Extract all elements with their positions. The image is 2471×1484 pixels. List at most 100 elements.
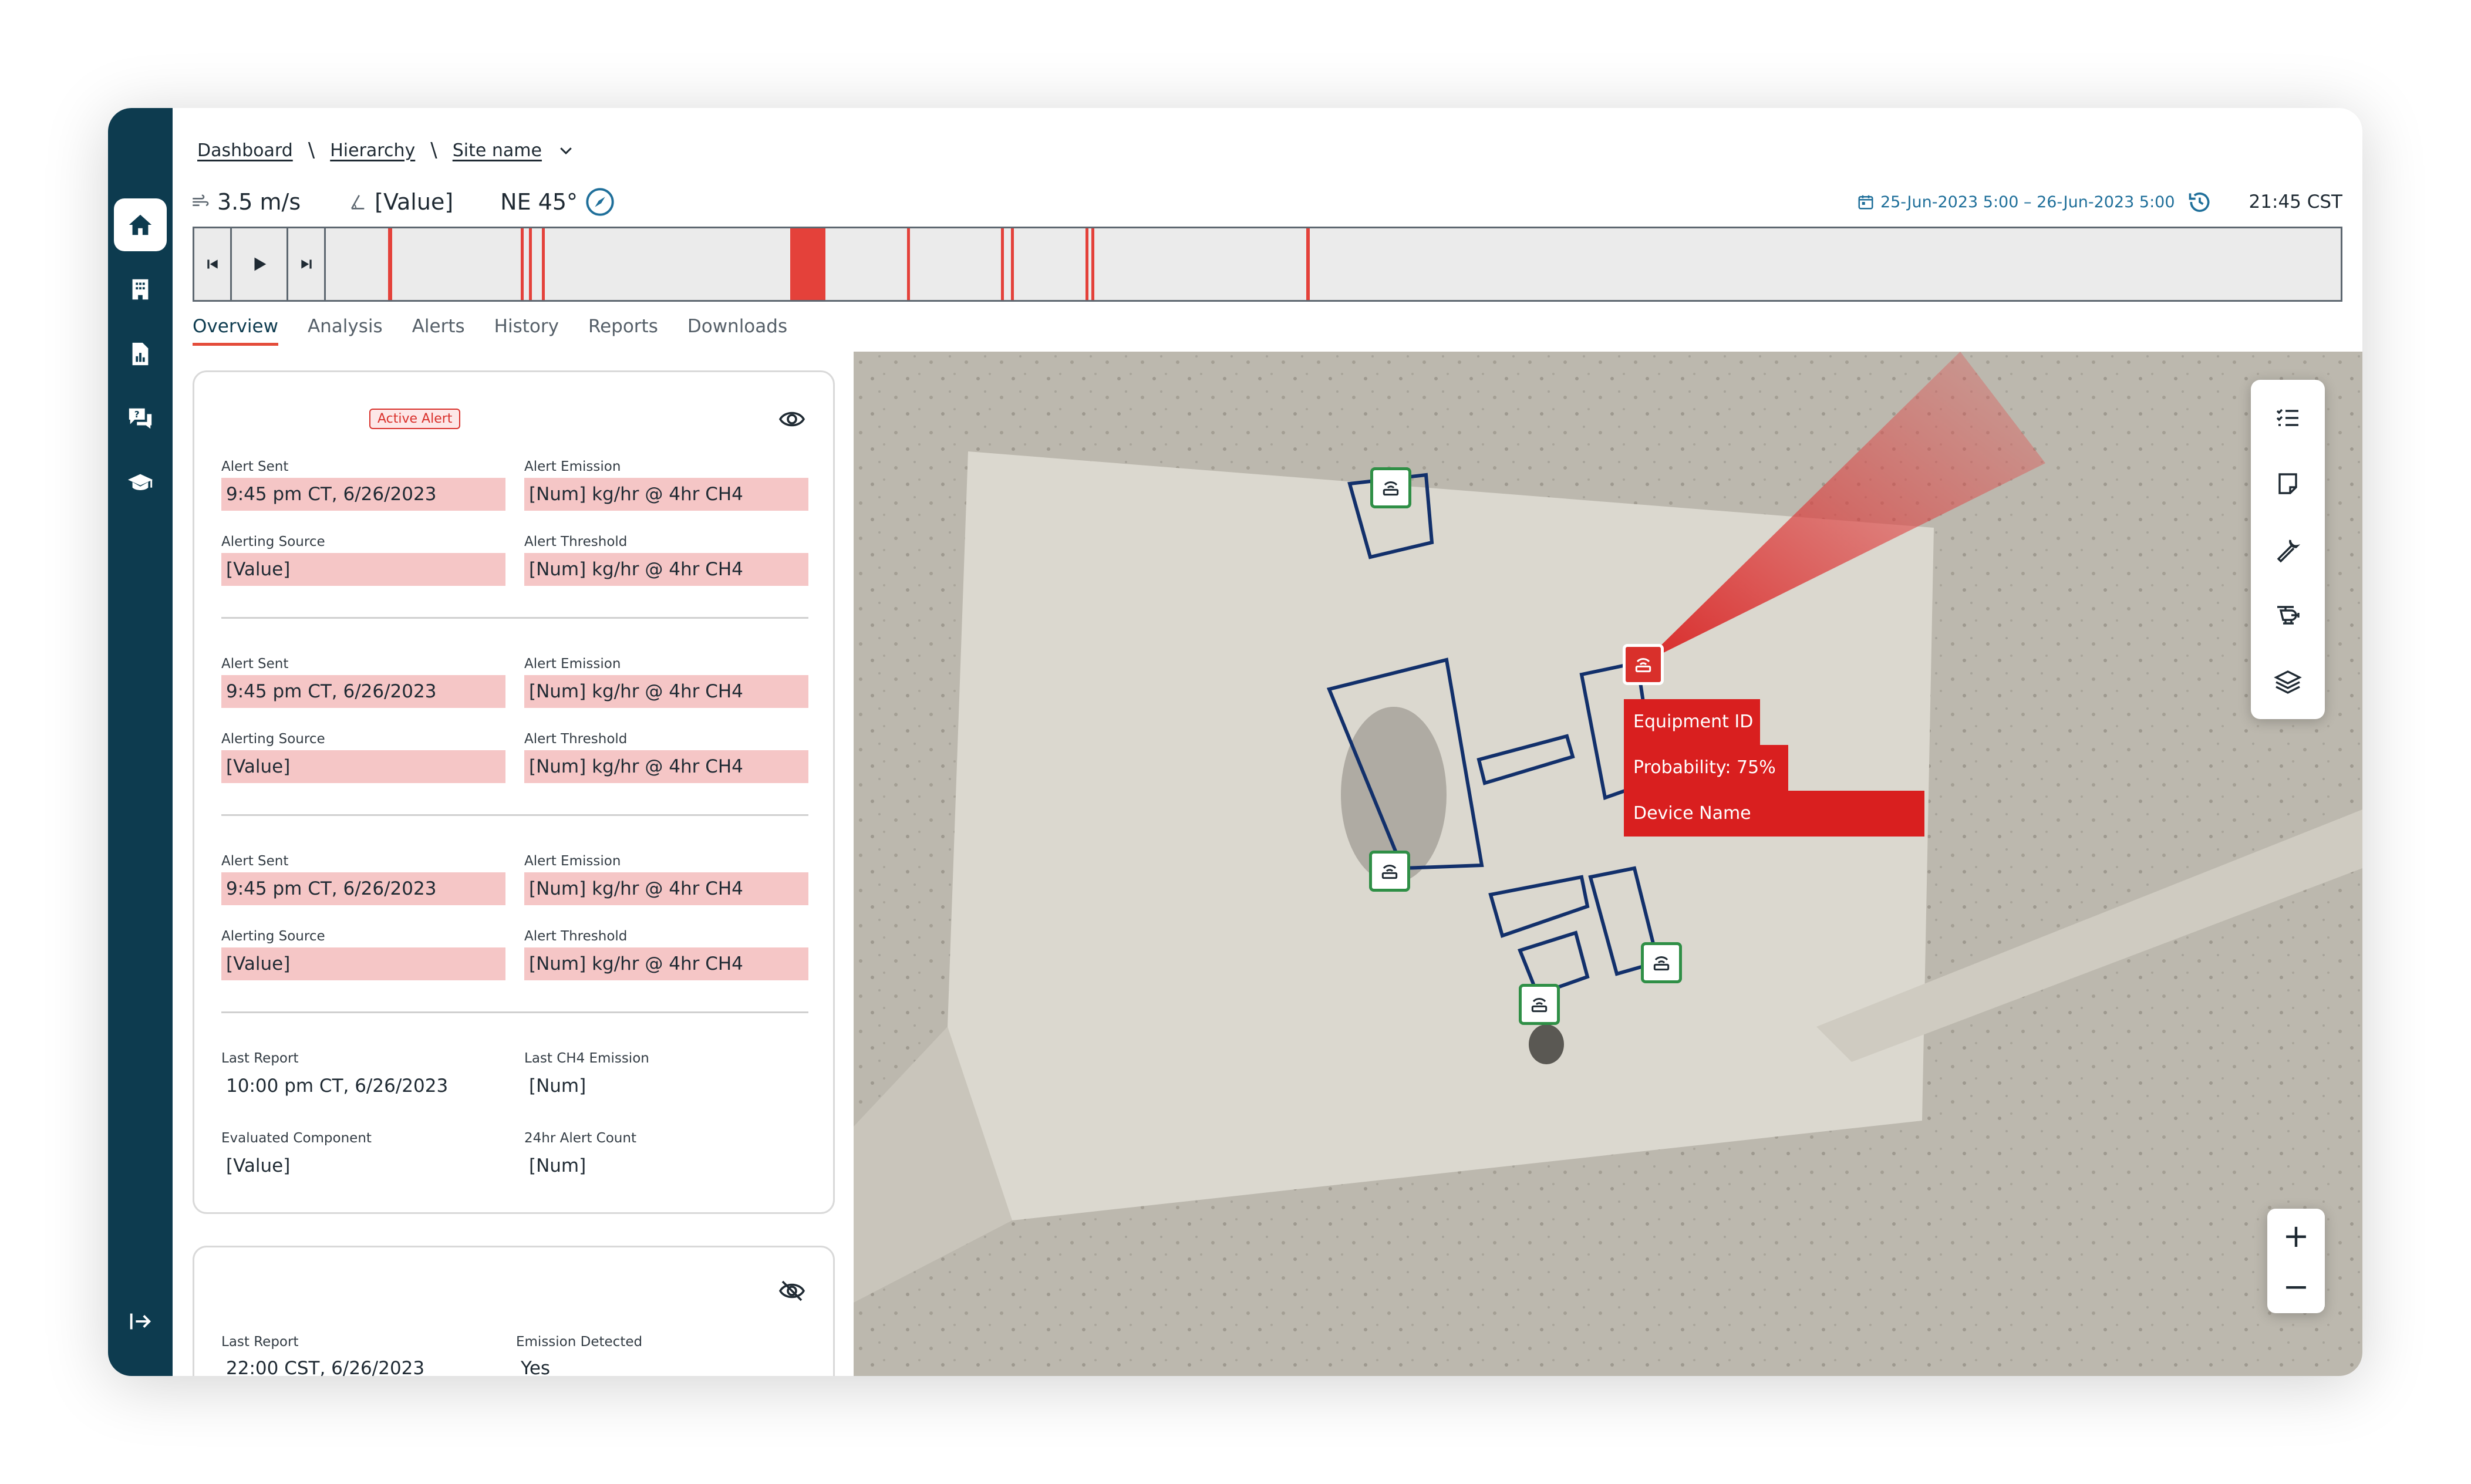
skip-forward-button[interactable] — [288, 228, 326, 300]
wrench-button[interactable] — [2267, 529, 2308, 570]
alert-sent-value: 9:45 pm CT, 6/26/2023 — [221, 872, 505, 905]
value-metric: [Value] — [348, 189, 453, 215]
sensor-icon — [1531, 997, 1548, 1013]
checklist-icon — [2276, 409, 2298, 426]
sidebar-item-reports[interactable] — [114, 328, 167, 380]
skip-back-button[interactable] — [194, 228, 232, 300]
timeline-alert-mark[interactable] — [1085, 228, 1088, 300]
layers-button[interactable] — [2267, 660, 2308, 701]
alert-sensor-marker[interactable] — [1623, 644, 1664, 685]
timeline-alert-mark[interactable] — [388, 228, 393, 300]
zoom-out-button[interactable]: − — [2267, 1260, 2325, 1312]
helicopter-icon — [2277, 606, 2300, 625]
alert-threshold-value: [Num] kg/hr @ 4hr CH4 — [524, 947, 808, 980]
alert-threshold-label: Alert Threshold — [524, 534, 628, 549]
alerting-source-label: Alerting Source — [221, 731, 325, 747]
tab-analysis[interactable]: Analysis — [308, 316, 383, 346]
breadcrumb: Dashboard \ Hierarchy \ Site name — [197, 133, 575, 168]
active-alert-badge: Active Alert — [369, 409, 461, 429]
collapse-sidebar-icon — [130, 1313, 151, 1330]
overview-panel: Active Alert Alert Sent 9:45 pm CT, 6/26… — [173, 352, 962, 1376]
collapse-sidebar-button[interactable] — [114, 1295, 167, 1348]
note-button[interactable] — [2267, 463, 2308, 504]
sensor-icon — [1653, 956, 1670, 971]
tab-history[interactable]: History — [494, 316, 559, 346]
sidebar-item-sites[interactable] — [114, 263, 167, 316]
zoom-in-button[interactable]: + — [2267, 1210, 2325, 1262]
sensor-marker[interactable] — [1519, 984, 1560, 1025]
play-icon — [254, 257, 266, 271]
breadcrumb-separator: \ — [430, 139, 437, 162]
timeline-alert-mark[interactable] — [528, 228, 532, 300]
timeline-alert-mark[interactable] — [1001, 228, 1004, 300]
timeline-alert-mark[interactable] — [1306, 228, 1310, 300]
timeline-alert-mark[interactable] — [541, 228, 545, 300]
sensor-marker[interactable] — [1369, 851, 1410, 892]
last-ch4-label: Last CH4 Emission — [524, 1051, 649, 1066]
tab-overview[interactable]: Overview — [193, 316, 278, 346]
alert-threshold-label: Alert Threshold — [524, 731, 628, 747]
active-alert-card: Active Alert Alert Sent 9:45 pm CT, 6/26… — [193, 370, 835, 1214]
tooltip-probability: Probability: 75% — [1624, 745, 1788, 791]
wind-direction-value: NE 45° — [500, 189, 578, 215]
breadcrumb-hierarchy[interactable]: Hierarchy — [330, 140, 415, 161]
sensor-marker[interactable] — [1641, 942, 1682, 983]
map-toolbar — [2251, 380, 2325, 719]
skip-forward-icon — [301, 259, 312, 269]
sidebar: ? — [108, 108, 173, 1376]
compass-icon — [586, 188, 614, 216]
tab-reports[interactable]: Reports — [588, 316, 658, 346]
alert-sent-label: Alert Sent — [221, 459, 289, 474]
svg-text:?: ? — [134, 409, 140, 420]
current-time: 21:45 CST — [2248, 191, 2342, 213]
building-icon — [132, 279, 149, 300]
value-metric-text: [Value] — [375, 189, 454, 215]
wind-icon — [193, 194, 209, 206]
timeline-alert-mark[interactable] — [906, 228, 910, 300]
timeline-alert-mark[interactable] — [790, 228, 826, 300]
alert-emission-value: [Num] kg/hr @ 4hr CH4 — [524, 675, 808, 708]
chevron-down-icon[interactable] — [557, 141, 575, 159]
tab-downloads[interactable]: Downloads — [687, 316, 787, 346]
wind-speed-value: 3.5 m/s — [217, 189, 301, 215]
alert-emission-value: [Num] kg/hr @ 4hr CH4 — [524, 478, 808, 511]
breadcrumb-site-name[interactable]: Site name — [453, 140, 542, 161]
play-button[interactable] — [232, 228, 288, 300]
last-report-label: Last Report — [221, 1334, 299, 1350]
timeline-alert-mark[interactable] — [1010, 228, 1014, 300]
last-report-value: 10:00 pm CT, 6/26/2023 — [226, 1075, 449, 1097]
timeline-alert-mark[interactable] — [521, 228, 524, 300]
tab-alerts[interactable]: Alerts — [412, 316, 465, 346]
breadcrumb-separator: \ — [308, 139, 315, 162]
sensor-marker[interactable] — [1370, 467, 1411, 508]
alert-sent-value: 9:45 pm CT, 6/26/2023 — [221, 478, 505, 511]
evaluated-component-label: Evaluated Component — [221, 1131, 372, 1146]
eye-off-icon[interactable] — [778, 1277, 806, 1305]
tooltip-equipment-id: Equipment ID — [1624, 699, 1760, 745]
timeline-alert-mark[interactable] — [1091, 228, 1095, 300]
sidebar-item-home[interactable] — [114, 198, 167, 251]
sidebar-item-help[interactable]: ? — [114, 392, 167, 445]
alerting-source-label: Alerting Source — [221, 534, 325, 549]
graduation-cap-icon — [127, 474, 153, 490]
eye-icon[interactable] — [778, 405, 806, 433]
breadcrumb-dashboard[interactable]: Dashboard — [197, 140, 293, 161]
timeline — [193, 227, 2342, 302]
last-ch4-value: [Num] — [529, 1075, 586, 1097]
satellite-map — [854, 352, 2362, 1376]
alert-emission-label: Alert Emission — [524, 656, 621, 672]
site-map[interactable]: Equipment ID Probability: 75% Device Nam… — [854, 352, 2362, 1376]
checklist-button[interactable] — [2267, 397, 2308, 439]
helicopter-button[interactable] — [2267, 595, 2308, 636]
sidebar-item-training[interactable] — [114, 457, 167, 510]
history-icon[interactable] — [2187, 189, 2213, 215]
alert-count-label: 24hr Alert Count — [524, 1131, 636, 1146]
date-range[interactable]: 25-Jun-2023 5:00 – 26-Jun-2023 5:00 — [1857, 193, 2175, 211]
wrench-icon — [2277, 539, 2301, 563]
sensor-icon — [1383, 481, 1399, 496]
timeline-track[interactable] — [325, 228, 2341, 300]
note-icon — [2278, 473, 2297, 494]
wind-speed-metric: 3.5 m/s — [190, 189, 301, 215]
emission-detected-value: Yes — [521, 1358, 551, 1376]
evaluated-component-value: [Value] — [226, 1155, 291, 1176]
